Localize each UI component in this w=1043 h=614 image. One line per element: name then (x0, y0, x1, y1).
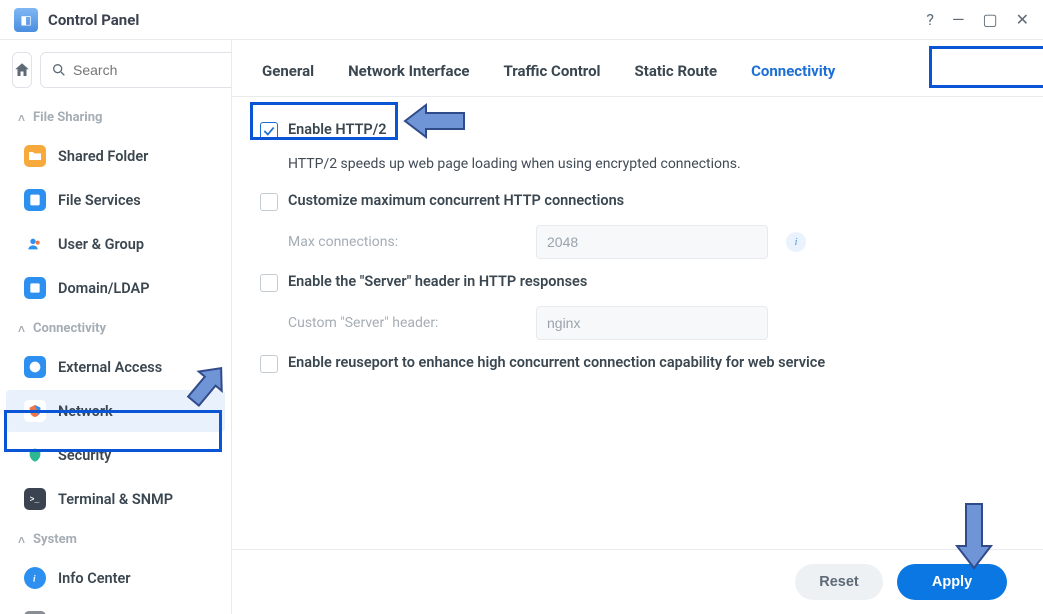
search-icon (51, 62, 67, 78)
sidebar-item-label: Security (58, 447, 111, 464)
file-services-icon (24, 189, 46, 211)
section-file-sharing[interactable]: ˄ File Sharing (0, 100, 231, 133)
input-custom-server-header (536, 306, 768, 340)
checkbox-reuseport[interactable] (260, 355, 278, 373)
terminal-icon: >_ (24, 488, 46, 510)
search-input[interactable] (73, 62, 232, 78)
apply-button[interactable]: Apply (897, 564, 1007, 600)
info-icon[interactable]: i (786, 232, 806, 252)
external-access-icon (24, 356, 46, 378)
sidebar-item-terminal-snmp[interactable]: >_ Terminal & SNMP (6, 478, 225, 520)
reset-button[interactable]: Reset (795, 564, 883, 600)
tab-traffic-control[interactable]: Traffic Control (501, 60, 602, 82)
sidebar-item-login-portal[interactable]: Login Portal (6, 601, 225, 614)
sidebar-item-label: Info Center (58, 570, 131, 587)
sidebar-item-external-access[interactable]: External Access (6, 346, 225, 388)
sidebar-item-network[interactable]: Network (6, 390, 225, 432)
tab-connectivity[interactable]: Connectivity (749, 60, 837, 82)
chevron-up-icon: ˄ (18, 111, 25, 125)
sidebar-item-label: User & Group (58, 236, 144, 253)
svg-text:i: i (33, 574, 36, 584)
sidebar-item-user-group[interactable]: User & Group (6, 223, 225, 265)
help-icon[interactable]: ? (926, 10, 934, 29)
checkbox-customize-connections[interactable] (260, 193, 278, 211)
tab-network-interface[interactable]: Network Interface (346, 60, 471, 82)
section-system[interactable]: ˄ System (0, 522, 231, 555)
chevron-up-icon: ˄ (18, 322, 25, 336)
sidebar-item-label: Network (58, 403, 113, 420)
checkbox-server-header[interactable] (260, 274, 278, 292)
section-connectivity[interactable]: ˄ Connectivity (0, 311, 231, 344)
checkbox-enable-http2[interactable] (260, 122, 278, 140)
sidebar-item-security[interactable]: Security (6, 434, 225, 476)
info-icon: i (24, 567, 46, 589)
sidebar-item-label: External Access (58, 359, 162, 376)
section-label: System (33, 532, 77, 547)
window-title: Control Panel (48, 11, 926, 29)
label-server-header: Enable the "Server" header in HTTP respo… (288, 273, 587, 290)
sidebar-item-label: Terminal & SNMP (58, 491, 173, 508)
label-enable-http2: Enable HTTP/2 (288, 121, 387, 138)
content-panel: General Network Interface Traffic Contro… (232, 40, 1043, 614)
section-label: Connectivity (33, 321, 106, 336)
domain-ldap-icon (24, 277, 46, 299)
search-input-wrapper[interactable] (40, 52, 232, 88)
sidebar-item-shared-folder[interactable]: Shared Folder (6, 135, 225, 177)
user-group-icon (24, 233, 46, 255)
security-icon (24, 444, 46, 466)
label-max-connections: Max connections: (288, 234, 518, 250)
sidebar-item-label: File Services (58, 192, 141, 209)
help-text-http2: HTTP/2 speeds up web page loading when u… (260, 146, 1015, 186)
label-customize-connections: Customize maximum concurrent HTTP connec… (288, 192, 624, 209)
sidebar-item-label: Shared Folder (58, 148, 148, 165)
label-custom-server-header: Custom "Server" header: (288, 315, 518, 331)
sidebar: ˄ File Sharing Shared Folder File Servic… (0, 40, 232, 614)
svg-text:>_: >_ (30, 496, 40, 505)
close-icon[interactable]: ✕ (1016, 10, 1029, 29)
tabs: General Network Interface Traffic Contro… (232, 40, 1043, 97)
sidebar-item-label: Domain/LDAP (58, 280, 150, 297)
home-button[interactable] (12, 52, 32, 88)
tab-static-route[interactable]: Static Route (633, 60, 720, 82)
app-icon: ◧ (14, 8, 38, 32)
input-max-connections (536, 225, 768, 259)
label-reuseport: Enable reuseport to enhance high concurr… (288, 354, 825, 371)
network-icon (24, 400, 46, 422)
sidebar-item-info-center[interactable]: i Info Center (6, 557, 225, 599)
tab-general[interactable]: General (260, 60, 316, 82)
minimize-icon[interactable]: — (952, 10, 965, 29)
section-label: File Sharing (33, 110, 102, 125)
chevron-up-icon: ˄ (18, 533, 25, 547)
home-icon (13, 61, 31, 79)
maximize-icon[interactable]: ▢ (982, 10, 997, 29)
sidebar-item-domain-ldap[interactable]: Domain/LDAP (6, 267, 225, 309)
folder-icon (24, 145, 46, 167)
check-icon (262, 124, 276, 138)
sidebar-item-file-services[interactable]: File Services (6, 179, 225, 221)
